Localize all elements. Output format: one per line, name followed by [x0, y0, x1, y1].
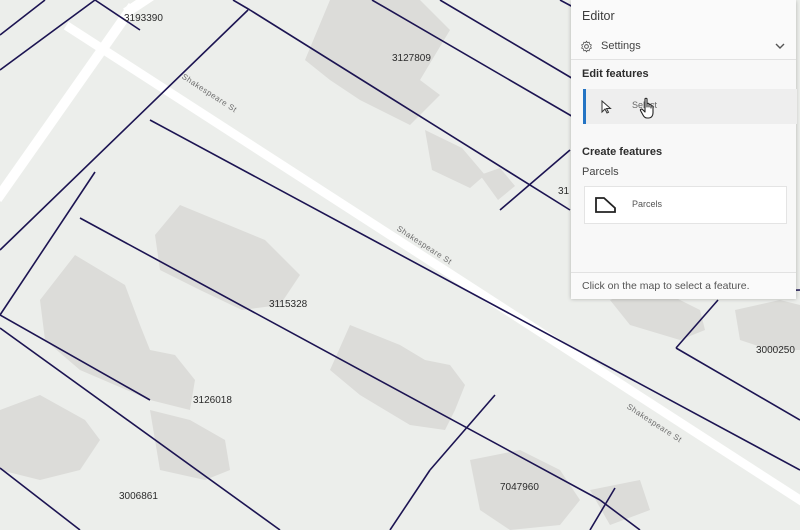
template-label: Parcels [632, 199, 663, 209]
editor-header: Editor [571, 0, 796, 35]
parcel-label: 3115328 [269, 299, 308, 310]
edit-features-heading: Edit features [582, 68, 649, 80]
cursor-arrow-icon [601, 100, 612, 114]
parcels-template-button[interactable]: Parcels [584, 186, 787, 224]
parcel-label: 3006861 [119, 491, 158, 502]
editor-footer: Click on the map to select a feature. [571, 272, 796, 299]
gear-icon [581, 40, 592, 53]
polygon-icon [595, 197, 616, 213]
parcel-label: 3000250 [756, 345, 795, 356]
parcel-label: 3127809 [392, 53, 431, 64]
settings-toggle[interactable]: Settings [571, 34, 796, 60]
select-tool-button[interactable]: Select [583, 89, 797, 124]
parcel-label: 31 [558, 186, 570, 197]
create-features-heading: Create features [582, 146, 663, 158]
settings-label: Settings [601, 40, 641, 52]
footer-hint: Click on the map to select a feature. [582, 280, 750, 292]
chevron-down-icon [775, 43, 785, 49]
hand-pointer-icon [639, 97, 654, 119]
parcel-label: 3193390 [124, 13, 163, 24]
parcel-label: 7047960 [500, 482, 539, 493]
parcel-label: 3126018 [193, 395, 232, 406]
layer-name: Parcels [582, 166, 619, 178]
editor-panel: Editor Settings Edit features Select Cre… [571, 0, 797, 299]
editor-title: Editor [582, 9, 615, 23]
